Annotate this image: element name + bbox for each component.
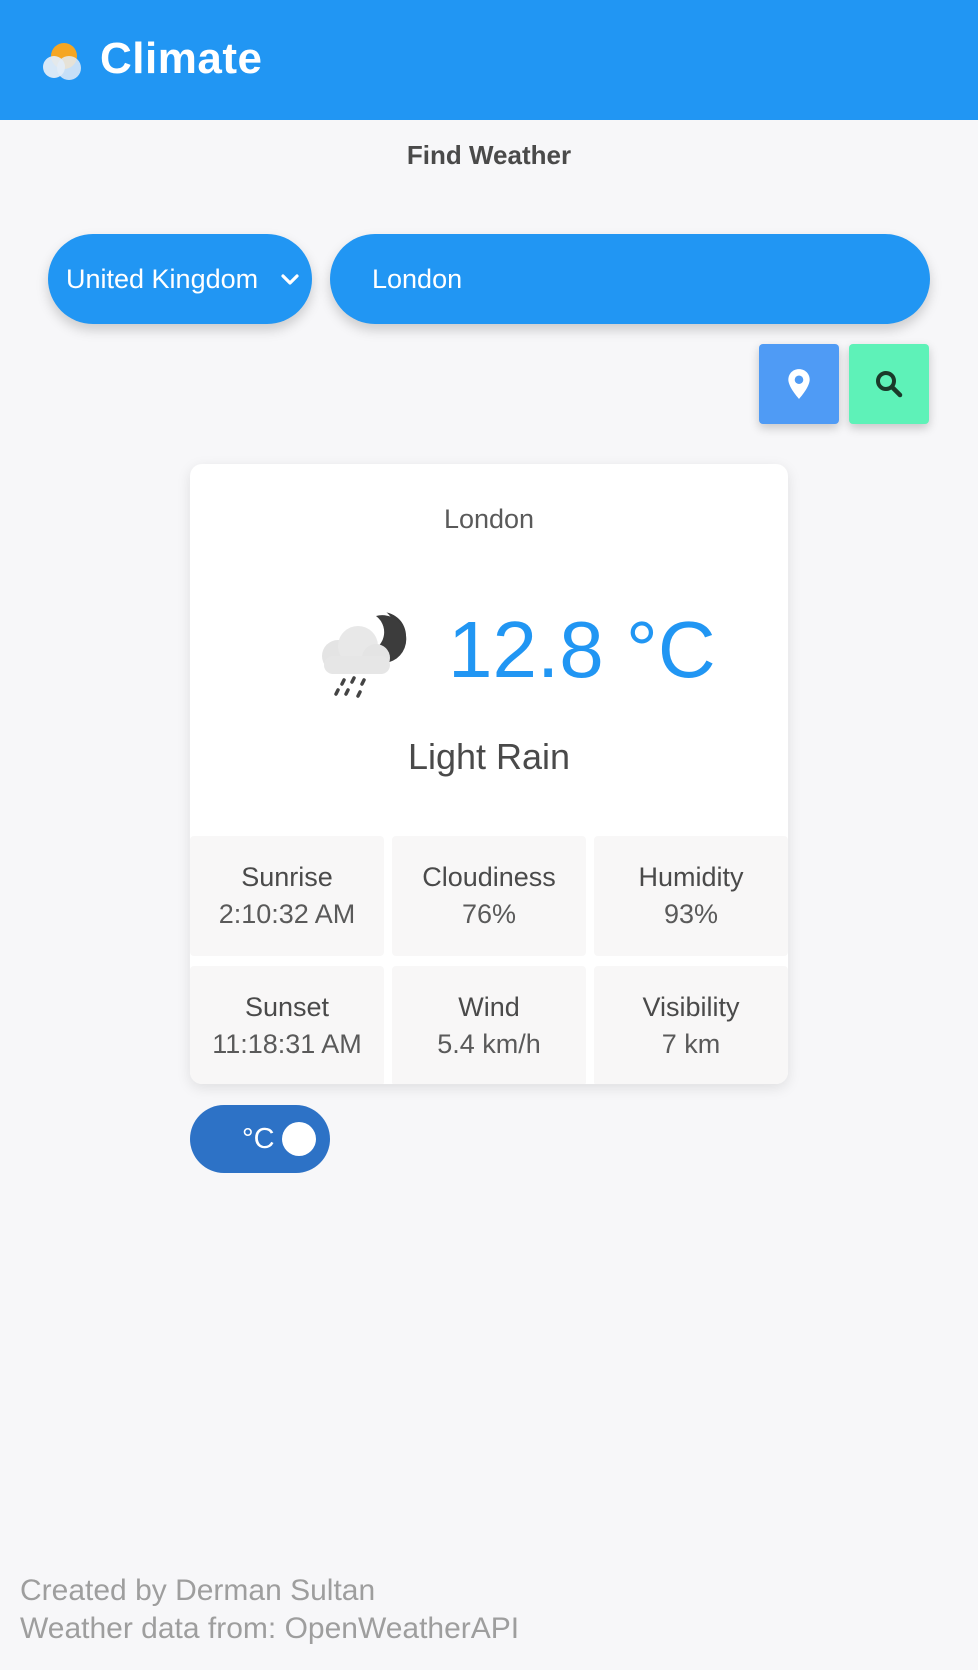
search-icon — [876, 371, 903, 398]
app-header: Climate — [0, 0, 978, 120]
stat-visibility: Visibility 7 km — [594, 966, 788, 1084]
stat-label: Visibility — [642, 992, 740, 1022]
find-weather-heading: Find Weather — [406, 140, 572, 170]
night-rain-cloud-icon — [322, 608, 407, 698]
stat-value: 2:10:32 AM — [218, 899, 356, 929]
country-select[interactable]: United Kingdom — [48, 234, 312, 324]
map-pin-icon — [788, 369, 810, 399]
stat-sunrise: Sunrise 2:10:32 AM — [190, 836, 384, 956]
stat-label: Cloudiness — [422, 862, 556, 892]
stat-label: Sunset — [244, 992, 330, 1022]
stat-value: 93% — [663, 899, 719, 929]
weather-card: London 12.8 °C Light Rain Sunrise 2:10:3… — [190, 464, 788, 1084]
city-input[interactable]: London — [330, 234, 930, 324]
sun-cloud-logo-icon — [43, 43, 81, 80]
weather-condition: Light Rain — [407, 736, 571, 777]
chevron-down-icon — [281, 274, 299, 285]
search-button[interactable] — [849, 344, 929, 424]
stat-value: 5.4 km/h — [437, 1029, 541, 1059]
footer-data-source: Weather data from: OpenWeatherAPI — [20, 1612, 520, 1645]
stat-label: Wind — [458, 992, 520, 1022]
footer-credit: Created by Derman Sultan — [20, 1574, 376, 1607]
stat-label: Humidity — [638, 862, 744, 892]
stat-cloudiness: Cloudiness 76% — [392, 836, 586, 956]
stat-value: 7 km — [661, 1029, 721, 1059]
use-location-button[interactable] — [759, 344, 839, 424]
stat-value: 11:18:31 AM — [212, 1029, 362, 1059]
stat-sunset: Sunset 11:18:31 AM — [190, 966, 384, 1084]
stat-value: 76% — [461, 899, 517, 929]
stat-label: Sunrise — [241, 862, 333, 892]
toggle-knob — [282, 1122, 316, 1156]
unit-toggle-label: °C — [242, 1123, 275, 1155]
stat-humidity: Humidity 93% — [594, 836, 788, 956]
app-title: Climate — [100, 34, 263, 83]
temperature-value: 12.8 °C — [448, 605, 716, 694]
unit-toggle[interactable]: °C — [190, 1105, 330, 1173]
country-select-value: United Kingdom — [66, 263, 259, 294]
stat-wind: Wind 5.4 km/h — [392, 966, 586, 1084]
weather-city: London — [443, 504, 535, 534]
footer: Created by Derman Sultan Weather data fr… — [20, 1572, 519, 1648]
city-input-value: London — [372, 263, 463, 294]
